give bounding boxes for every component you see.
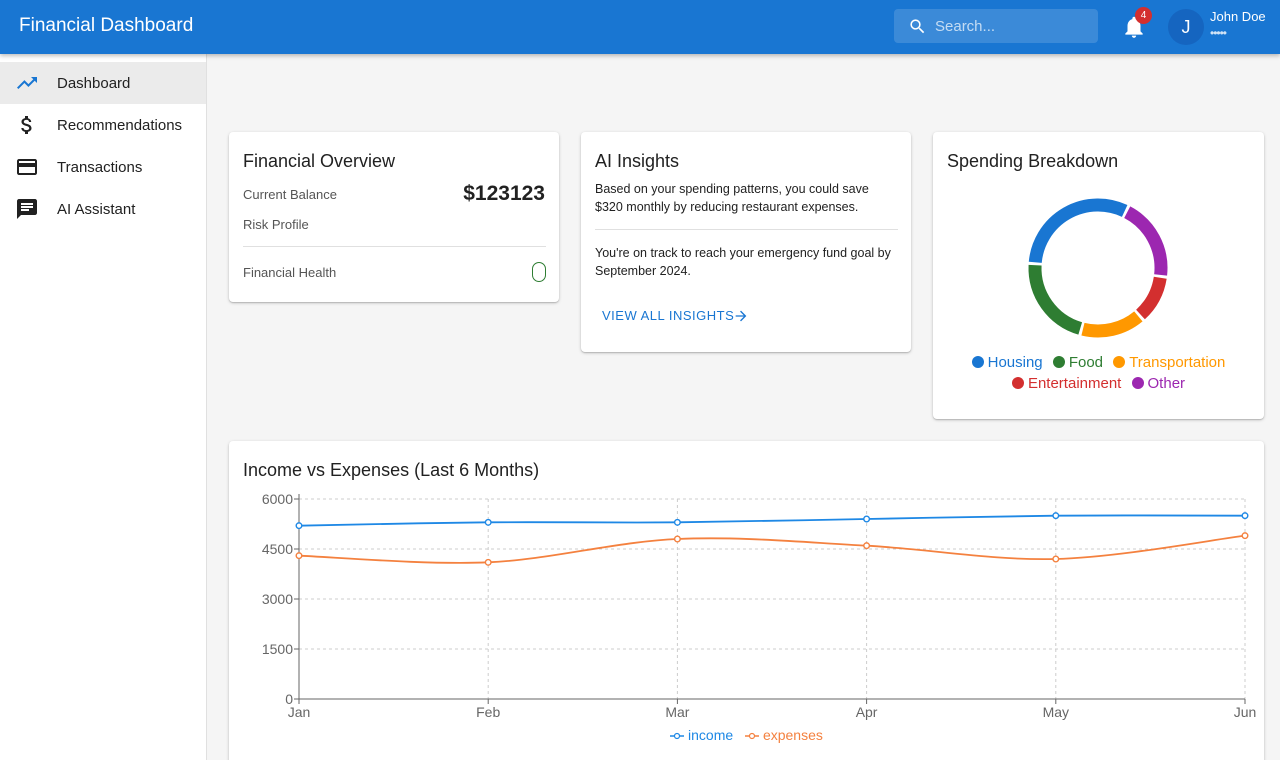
legend-item-other[interactable]: Other [1131,375,1186,392]
legend-item-income[interactable]: income [670,727,733,743]
data-point-income[interactable] [673,518,681,526]
arrow-forward-icon[interactable] [733,308,749,324]
donut-slice-food[interactable] [1028,264,1083,335]
donut-slice-entertainment[interactable] [1135,276,1167,320]
legend-marker-icon [745,733,760,740]
sidebar-item-label: Dashboard [57,75,131,92]
user-subtitle: ••••• [1210,26,1227,40]
legend-label: Food [1068,354,1104,371]
sidebar: Dashboard Recommendations Transactions A… [0,54,207,760]
spending-donut-chart [1028,198,1168,338]
sidebar-item-dashboard[interactable]: Dashboard [0,62,206,104]
data-point-income[interactable] [484,518,492,526]
view-all-insights-link[interactable]: VIEW ALL INSIGHTS [602,308,734,323]
avatar[interactable]: J [1168,9,1204,45]
notification-badge: 4 [1135,7,1152,24]
x-tick-label: Mar [665,704,689,720]
y-tick-label: 1500 [262,641,293,657]
y-tick-label: 3000 [262,591,293,607]
donut-legend-row: Housing Food Transportation [933,354,1264,371]
financial-overview-card: Financial Overview Current Balance $1231… [229,132,559,302]
data-point-expenses[interactable] [295,552,303,560]
data-point-expenses[interactable] [1052,555,1060,563]
income-expenses-card: Income vs Expenses (Last 6 Months) 0 1500… [229,441,1264,760]
y-tick-label: 4500 [262,541,293,557]
insight-text: You're on track to reach your emergency … [595,246,891,278]
search-input[interactable] [935,9,1090,43]
divider [595,229,898,230]
x-tick-label: Apr [856,704,878,720]
sidebar-item-ai-assistant[interactable]: AI Assistant [0,188,206,230]
risk-profile-label: Risk Profile [243,217,309,232]
income-expenses-line-chart: 01500300045006000Jan Feb Mar Apr May Jun [262,491,1257,720]
x-tick-label: Feb [476,704,500,720]
search-box[interactable] [894,9,1098,43]
app-bar: Financial Dashboard 4 J John Doe ••••• [0,0,1280,54]
card-title: Spending Breakdown [947,151,1119,171]
legend-label: Other [1147,375,1186,392]
data-point-expenses[interactable] [863,542,871,550]
donut-slice-other[interactable] [1123,206,1168,276]
y-tick-label: 6000 [262,491,293,507]
user-name: John Doe [1210,9,1266,24]
legend-label: income [688,727,734,743]
series-line-income [298,514,1246,527]
legend-marker-icon [670,733,685,740]
data-point-expenses[interactable] [673,535,681,543]
legend-item-transportation[interactable]: Transportation [1113,354,1225,371]
divider [243,246,546,247]
data-point-income[interactable] [295,522,303,530]
sidebar-item-label: Transactions [57,159,143,176]
card-title: AI Insights [595,151,680,171]
legend-item-entertainment[interactable]: Entertainment [1011,375,1122,392]
data-point-expenses[interactable] [1241,532,1249,540]
legend-label: Housing [987,354,1043,371]
data-point-income[interactable] [1052,512,1060,520]
financial-health-label: Financial Health [243,265,337,280]
ai-insights-card: AI Insights Based on your spending patte… [581,132,911,352]
sidebar-item-recommendations[interactable]: Recommendations [0,104,206,146]
legend-item-housing[interactable]: Housing [971,354,1043,371]
sidebar-item-label: AI Assistant [57,201,136,218]
balance-value: $123123 [463,182,545,205]
trending-up-icon [17,77,37,89]
spending-breakdown-card: Spending Breakdown Housing Food Transpor… [933,132,1264,419]
legend-dot [1113,356,1126,368]
search-icon [910,19,925,34]
legend-label: expenses [762,727,823,743]
app-title: Financial Dashboard [19,15,194,36]
legend-dot [1131,377,1144,389]
legend-label: Transportation [1129,354,1226,371]
data-point-expenses[interactable] [484,558,492,566]
chat-icon [17,199,37,219]
card-title: Financial Overview [243,151,396,171]
donut-slice-housing[interactable] [1028,198,1128,264]
data-point-income[interactable] [1241,512,1249,520]
line-chart-legend: income expenses [229,727,1264,743]
legend-dot [971,356,984,368]
financial-health-indicator [532,262,546,282]
credit-card-icon [17,159,37,175]
sidebar-item-label: Recommendations [57,117,183,134]
donut-legend-row: Entertainment Other [933,375,1264,392]
balance-label: Current Balance [243,187,337,202]
x-tick-label: May [1043,704,1069,720]
sidebar-item-transactions[interactable]: Transactions [0,146,206,188]
legend-dot [1011,377,1024,389]
donut-slice-transportation[interactable] [1081,311,1143,338]
data-point-income[interactable] [863,515,871,523]
legend-dot [1052,356,1065,368]
legend-item-expenses[interactable]: expenses [745,727,823,743]
legend-item-food[interactable]: Food [1052,354,1104,371]
x-tick-label: Jan [288,704,311,720]
dollar-icon [21,116,32,134]
insight-text: Based on your spending patterns, you cou… [595,182,869,214]
legend-label: Entertainment [1027,375,1122,392]
x-tick-label: Jun [1234,704,1257,720]
